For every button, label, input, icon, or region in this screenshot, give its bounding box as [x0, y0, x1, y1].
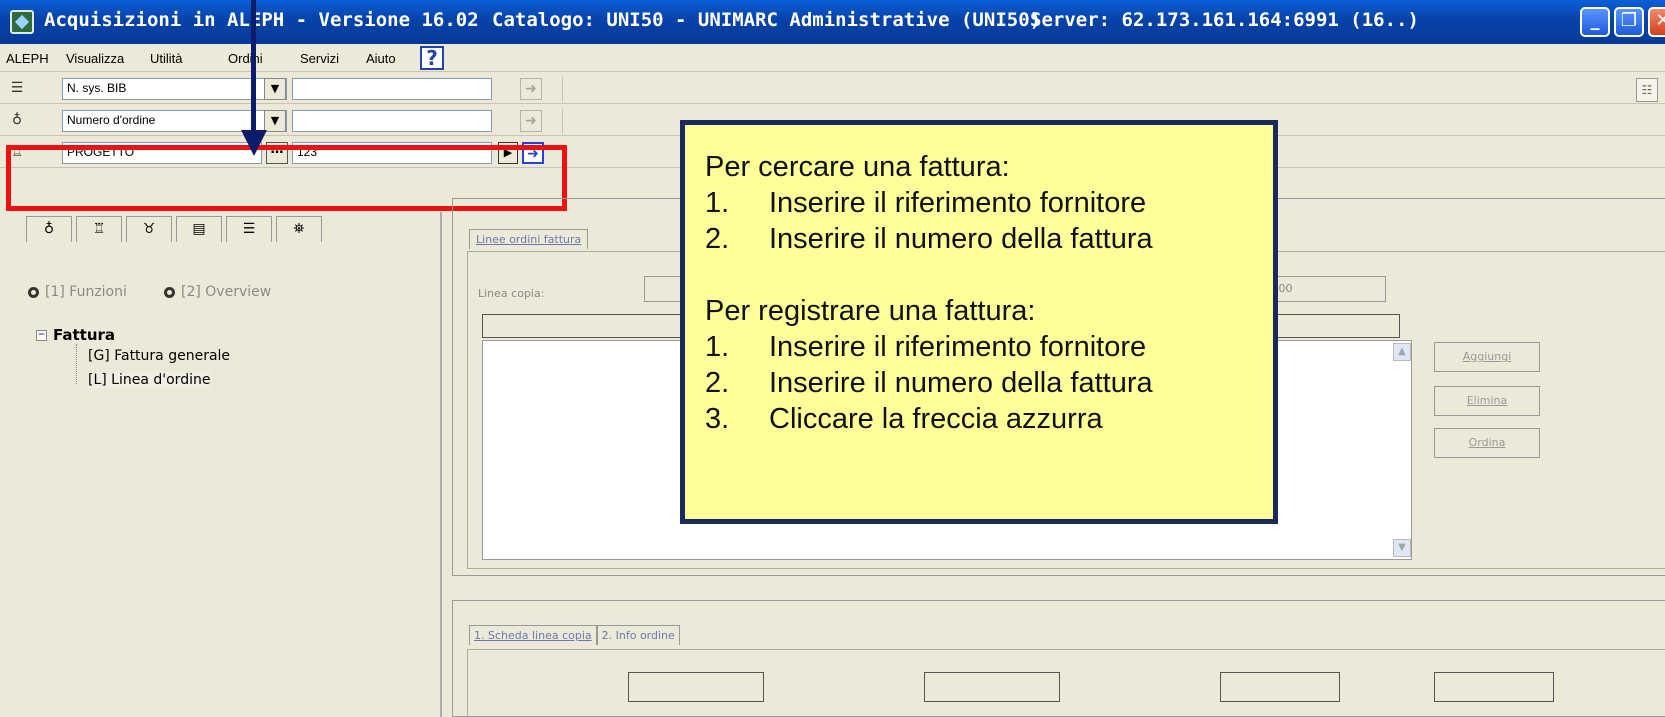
tab-search-icon[interactable]: ⛯: [276, 216, 322, 242]
go-arrow-icon[interactable]: ➜: [520, 110, 542, 132]
callout-step: 2. Inserire il numero della fattura: [705, 365, 1253, 401]
detail-field[interactable]: [1434, 672, 1554, 702]
details-content: [467, 649, 1665, 717]
radio-icon: [164, 286, 175, 298]
pointer-arrow-shaft: [251, 0, 256, 132]
instruction-callout: Per cercare una fattura: 1. Inserire il r…: [680, 120, 1278, 524]
step-text: Inserire il riferimento fornitore: [769, 331, 1147, 363]
callout-register-title: Per registrare una fattura:: [705, 295, 1036, 327]
tab-vendor-icon[interactable]: ♖: [76, 216, 122, 242]
tab-folder-icon[interactable]: ▤: [176, 216, 222, 242]
step-number: 3.: [705, 403, 730, 435]
tree-item-fattura-generale[interactable]: [G] Fattura generale: [88, 348, 230, 364]
tab-info-ordine[interactable]: 2. Info ordine: [596, 625, 680, 645]
tab-budget-icon[interactable]: ♉: [126, 216, 172, 242]
callout-step: 1. Inserire il riferimento fornitore: [705, 329, 1253, 365]
step-number: 1.: [705, 187, 730, 219]
detail-field[interactable]: [924, 672, 1060, 702]
collapse-icon[interactable]: −: [36, 330, 47, 341]
window-title: Acquisizioni in ALEPH - Versione 16.02: [44, 9, 479, 31]
amount-field[interactable]: .00: [1268, 276, 1386, 302]
aleph-app-icon[interactable]: [10, 10, 34, 34]
menu-aleph[interactable]: ALEPH: [6, 51, 49, 66]
radio-icon: [28, 286, 39, 298]
divider: [562, 76, 563, 102]
menu-visualizza[interactable]: Visualizza: [66, 51, 124, 66]
go-arrow-icon[interactable]: ➜: [520, 78, 542, 100]
minimize-button[interactable]: _: [1580, 7, 1610, 37]
server-title: Server: 62.173.161.164:6991 (16..): [1030, 9, 1419, 31]
menu-utilita[interactable]: Utilità: [150, 51, 183, 66]
tab-scheda-linea-copia[interactable]: 1. Scheda linea copia: [469, 625, 597, 645]
ordina-button[interactable]: Ordina: [1434, 428, 1540, 458]
callout-search-title: Per cercare una fattura:: [705, 151, 1010, 183]
tab-list-icon[interactable]: ☰: [226, 216, 272, 242]
menu-servizi[interactable]: Servizi: [300, 51, 339, 66]
elimina-button[interactable]: Elimina: [1434, 386, 1540, 416]
details-pane: 1. Scheda linea copia 2. Info ordine: [452, 600, 1665, 717]
radio-label: [1] Funzioni: [45, 284, 127, 300]
tab-linee-ordini-fattura[interactable]: Linee ordini fattura: [469, 229, 589, 249]
linea-copia-label: Linea copia:: [478, 287, 545, 300]
tree-root-label: Fattura: [53, 326, 116, 344]
scroll-down-icon[interactable]: ▼: [1393, 539, 1411, 557]
search-input[interactable]: [292, 110, 492, 132]
step-text: Cliccare la freccia azzurra: [769, 403, 1103, 435]
tree-item-linea-ordine[interactable]: [L] Linea d'ordine: [88, 372, 211, 388]
step-number: 2.: [705, 223, 730, 255]
aggiungi-button[interactable]: Aggiungi: [1434, 342, 1540, 372]
maximize-button[interactable]: ❐: [1614, 7, 1644, 37]
panel-toggle-icon[interactable]: ☷: [1636, 78, 1658, 102]
menu-ordini[interactable]: Ordini: [228, 51, 263, 66]
detail-field[interactable]: [628, 672, 764, 702]
tab-order-icon[interactable]: ♁: [26, 216, 72, 242]
menu-aiuto[interactable]: Aiuto: [366, 51, 396, 66]
radio-label: [2] Overview: [181, 284, 272, 300]
step-text: Inserire il riferimento fornitore: [769, 187, 1147, 219]
step-number: 2.: [705, 367, 730, 399]
details-tabs: 1. Scheda linea copia 2. Info ordine: [469, 625, 680, 645]
radio-overview[interactable]: [2] Overview: [164, 284, 271, 300]
title-bar: Acquisizioni in ALEPH - Versione 16.02 C…: [0, 0, 1665, 44]
dropdown-arrow-icon[interactable]: ▼: [264, 110, 286, 132]
tree-connector: [76, 344, 77, 384]
list-icon: ☰: [10, 80, 24, 96]
step-number: 1.: [705, 331, 730, 363]
divider: [562, 108, 563, 134]
menu-bar: ALEPH Visualizza Utilità Ordini Servizi …: [0, 44, 1665, 72]
radio-funzioni[interactable]: [1] Funzioni: [28, 284, 127, 300]
callout-spacer: [705, 257, 1253, 293]
scroll-up-icon[interactable]: ▲: [1393, 343, 1411, 361]
step-text: Inserire il numero della fattura: [769, 223, 1153, 255]
detail-field[interactable]: [1220, 672, 1340, 702]
tree-root[interactable]: − Fattura: [36, 326, 115, 344]
help-icon[interactable]: ?: [420, 46, 444, 70]
search-row-bib: ☰ N. sys. BIB ▼ ➜: [0, 72, 1665, 104]
dropdown-arrow-icon[interactable]: ▼: [264, 78, 286, 100]
search-input[interactable]: [292, 78, 492, 100]
left-panel: ♁ ♖ ♉ ▤ ☰ ⛯ [1] Funzioni [2] Overview − F…: [26, 212, 442, 717]
order-icon: ♁: [11, 112, 23, 128]
callout-step: 3. Cliccare la freccia azzurra: [705, 401, 1253, 437]
step-text: Inserire il numero della fattura: [769, 367, 1153, 399]
callout-step: 2. Inserire il numero della fattura: [705, 221, 1253, 257]
close-button[interactable]: ✕: [1648, 7, 1665, 37]
callout-step: 1. Inserire il riferimento fornitore: [705, 185, 1253, 221]
catalog-title: Catalogo: UNI50 - UNIMARC Administrative…: [492, 9, 1042, 31]
pointer-arrow-head: [241, 130, 267, 156]
